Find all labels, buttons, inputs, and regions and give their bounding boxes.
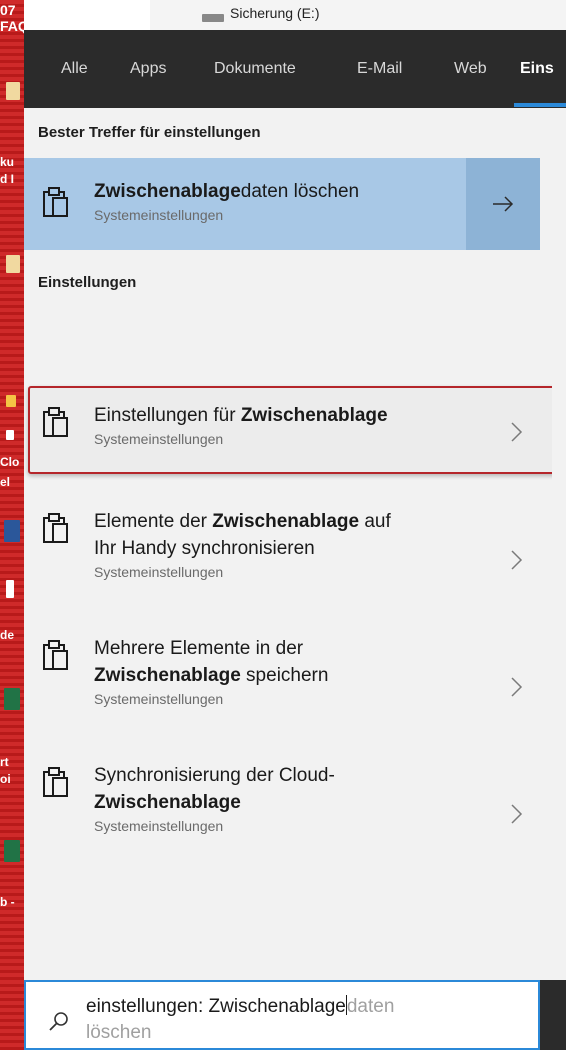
- search-suggestion-text: daten: [346, 996, 395, 1017]
- desktop-background: 07 FAQ ku d I Clo el de rt oi b -: [0, 0, 29, 1050]
- desktop-file-icon: [6, 580, 14, 598]
- result-title-bold: Zwischenablage: [94, 665, 241, 686]
- clipboard-icon: [43, 513, 68, 543]
- settings-result-item[interactable]: Elemente der Zwischenablage auf Ihr Hand…: [24, 508, 552, 618]
- desktop-file-icon: [6, 82, 20, 100]
- result-title-bold: Zwischenablage: [240, 405, 388, 426]
- desktop-item-label: d I: [0, 172, 14, 186]
- clipboard-icon: [43, 407, 68, 437]
- result-title-bold: Zwischenablage: [212, 511, 360, 532]
- best-match-subtitle: Systemeinstellungen: [94, 207, 224, 223]
- search-suggestion-text: löschen: [86, 1022, 152, 1043]
- open-best-match-button[interactable]: [466, 158, 540, 250]
- settings-result-item[interactable]: Synchronisierung der Cloud- Zwischenabla…: [24, 762, 552, 872]
- drive-icon: [202, 14, 224, 22]
- chevron-right-icon: [511, 677, 523, 697]
- tab-settings[interactable]: Eins: [520, 60, 554, 78]
- tab-all[interactable]: Alle: [61, 60, 88, 78]
- filter-tab-bar: Alle Apps Dokumente E-Mail Web Eins: [24, 30, 566, 108]
- tab-apps[interactable]: Apps: [130, 60, 166, 78]
- desktop-item-label: Clo: [0, 455, 20, 469]
- best-match-header: Bester Treffer für einstellungen: [38, 124, 261, 141]
- result-title-text: Synchronisierung der Cloud-: [94, 765, 335, 786]
- desktop-file-icon: [6, 395, 16, 407]
- result-title-text: Mehrere Elemente in der: [94, 638, 304, 659]
- tab-email[interactable]: E-Mail: [357, 60, 402, 78]
- search-input[interactable]: einstellungen: Zwischenablagedaten lösch…: [24, 980, 540, 1050]
- active-tab-indicator: [514, 103, 566, 107]
- word-file-icon: [4, 520, 20, 542]
- settings-section-header: Einstellungen: [38, 274, 137, 291]
- desktop-item-label: b -: [0, 895, 15, 909]
- tab-documents[interactable]: Dokumente: [214, 60, 296, 78]
- result-title-text: auf: [359, 511, 391, 532]
- search-panel: Alle Apps Dokumente E-Mail Web Eins Best…: [24, 30, 566, 1050]
- result-subtitle: Systemeinstellungen: [94, 691, 224, 707]
- clipboard-icon: [43, 187, 68, 217]
- excel-file-icon: [4, 840, 20, 862]
- excel-file-icon: [4, 688, 20, 710]
- desktop-item-label: ku: [0, 155, 15, 169]
- results-list: Bester Treffer für einstellungen Zwische…: [24, 108, 562, 1048]
- search-query: einstellungen: Zwischenablagedaten lösch…: [86, 994, 506, 1046]
- desktop-item-label: oi: [0, 772, 11, 786]
- best-match-title-bold: Zwischenablage: [94, 181, 241, 202]
- best-match-result[interactable]: Zwischenablagedaten löschen Systemeinste…: [24, 158, 540, 250]
- panel-edge: [552, 108, 566, 1050]
- chevron-right-icon: [511, 550, 523, 570]
- result-title-bold: Zwischenablage: [94, 792, 241, 813]
- result-title-text: speichern: [240, 665, 329, 686]
- desktop-item-label: de: [0, 628, 15, 642]
- chevron-right-icon: [511, 804, 523, 824]
- result-subtitle: Systemeinstellungen: [94, 431, 224, 447]
- result-subtitle: Systemeinstellungen: [94, 564, 224, 580]
- tab-web[interactable]: Web: [454, 60, 487, 78]
- best-match-title-rest: daten löschen: [240, 181, 360, 202]
- result-title-text: Einstellungen für: [94, 405, 241, 426]
- search-icon: [49, 1012, 68, 1031]
- arrow-right-icon: [493, 196, 514, 212]
- settings-result-item[interactable]: Mehrere Elemente in der Zwischenablage s…: [24, 635, 552, 745]
- desktop-item-label: el: [0, 475, 11, 489]
- desktop-file-icon: [6, 430, 14, 440]
- chevron-right-icon: [511, 422, 523, 442]
- clipboard-icon: [43, 640, 68, 670]
- clipboard-icon: [43, 767, 68, 797]
- search-typed-text: einstellungen: Zwischenablage: [86, 996, 346, 1017]
- background-window: Sicherung (E:): [150, 0, 566, 30]
- settings-result-item[interactable]: Einstellungen für Zwischenablage Systeme…: [24, 388, 552, 472]
- result-title-text: Elemente der: [94, 511, 213, 532]
- result-subtitle: Systemeinstellungen: [94, 818, 224, 834]
- result-title-text: Ihr Handy synchronisieren: [94, 538, 315, 559]
- desktop-item-label: rt: [0, 755, 9, 769]
- drive-label: Sicherung (E:): [230, 5, 320, 21]
- taskbar: [540, 980, 566, 1050]
- desktop-file-icon: [6, 255, 20, 273]
